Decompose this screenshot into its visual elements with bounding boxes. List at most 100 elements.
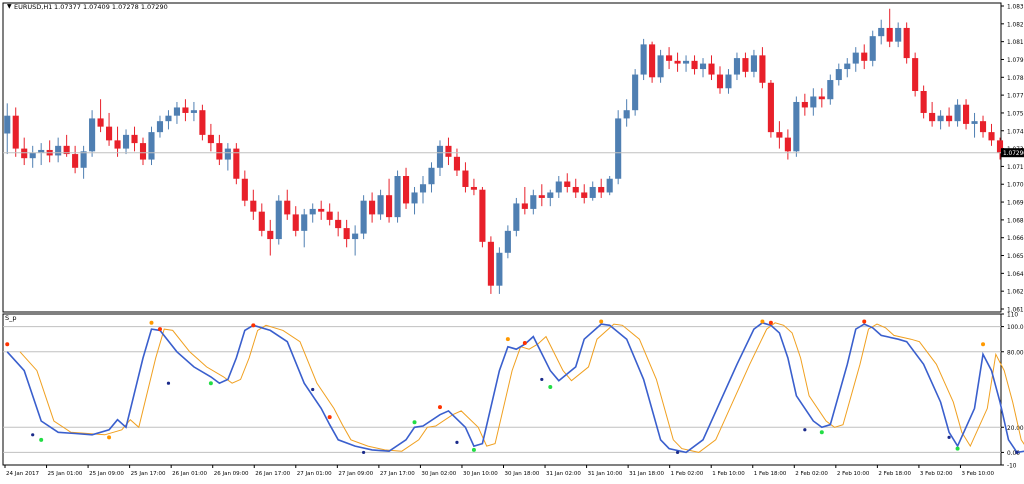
candle-body[interactable] xyxy=(852,52,859,64)
candle-body[interactable] xyxy=(963,104,970,124)
candle-body[interactable] xyxy=(369,200,376,215)
candle-body[interactable] xyxy=(275,200,282,240)
candle-body[interactable] xyxy=(207,134,214,144)
candle-body[interactable] xyxy=(555,181,562,193)
candle-body[interactable] xyxy=(513,203,520,231)
candle-body[interactable] xyxy=(521,203,528,209)
candle-body[interactable] xyxy=(657,55,664,78)
candle-body[interactable] xyxy=(445,145,452,157)
candle-body[interactable] xyxy=(428,167,435,185)
candle-body[interactable] xyxy=(250,200,257,212)
candle-body[interactable] xyxy=(682,60,690,64)
candle-body[interactable] xyxy=(929,112,936,122)
candle-body[interactable] xyxy=(199,110,206,135)
candle-body[interactable] xyxy=(937,115,944,122)
candle-body[interactable] xyxy=(114,140,121,149)
candle-body[interactable] xyxy=(216,143,223,160)
candle-body[interactable] xyxy=(666,55,673,61)
candle-body[interactable] xyxy=(801,101,808,108)
candle-body[interactable] xyxy=(895,27,902,42)
candle-body[interactable] xyxy=(793,101,800,152)
candle-body[interactable] xyxy=(861,52,868,61)
candle-body[interactable] xyxy=(267,230,274,240)
candle-body[interactable] xyxy=(903,27,910,59)
candle-body[interactable] xyxy=(725,74,732,89)
candle-body[interactable] xyxy=(411,192,418,204)
candle-body[interactable] xyxy=(182,107,189,113)
candle-body[interactable] xyxy=(173,107,180,116)
candle-body[interactable] xyxy=(436,145,444,168)
candle-body[interactable] xyxy=(708,63,715,75)
candle-body[interactable] xyxy=(691,60,698,70)
candle-body[interactable] xyxy=(148,132,155,160)
candle-body[interactable] xyxy=(733,58,741,75)
candle-body[interactable] xyxy=(623,110,630,119)
candle-body[interactable] xyxy=(589,186,596,198)
candle-body[interactable] xyxy=(649,44,656,78)
candle-body[interactable] xyxy=(470,186,477,190)
candle-body[interactable] xyxy=(598,186,605,193)
candle-body[interactable] xyxy=(759,55,766,83)
candle-body[interactable] xyxy=(615,118,622,179)
candle-body[interactable] xyxy=(920,91,927,113)
candle-body[interactable] xyxy=(487,241,494,286)
candle-body[interactable] xyxy=(292,214,299,231)
candle-body[interactable] xyxy=(284,200,291,215)
candle-body[interactable] xyxy=(530,195,537,209)
candle-body[interactable] xyxy=(4,115,11,134)
candle-body[interactable] xyxy=(699,63,707,70)
candle-body[interactable] xyxy=(301,214,308,231)
candle-body[interactable] xyxy=(21,148,28,159)
candle-body[interactable] xyxy=(640,44,647,75)
candle-body[interactable] xyxy=(479,189,486,242)
candle-body[interactable] xyxy=(504,230,511,253)
candle-body[interactable] xyxy=(106,126,113,141)
candle-body[interactable] xyxy=(343,228,350,240)
candle-body[interactable] xyxy=(988,132,995,141)
candle-body[interactable] xyxy=(12,115,19,149)
candle-body[interactable] xyxy=(394,176,401,218)
candle-body[interactable] xyxy=(156,121,164,133)
candle-body[interactable] xyxy=(241,178,248,201)
candle-body[interactable] xyxy=(869,36,876,61)
candle-body[interactable] xyxy=(844,63,851,70)
candle-body[interactable] xyxy=(496,252,503,286)
candle-body[interactable] xyxy=(912,58,919,92)
candle-body[interactable] xyxy=(971,121,978,124)
candle-body[interactable] xyxy=(402,176,410,204)
candle-body[interactable] xyxy=(538,195,545,198)
candle-body[interactable] xyxy=(377,195,384,215)
candle-body[interactable] xyxy=(122,134,130,149)
candle-body[interactable] xyxy=(386,195,393,218)
candle-body[interactable] xyxy=(309,208,316,215)
candle-body[interactable] xyxy=(80,151,87,168)
candle-body[interactable] xyxy=(878,27,885,37)
candle-body[interactable] xyxy=(462,170,469,187)
candle-body[interactable] xyxy=(767,82,774,133)
candle-body[interactable] xyxy=(360,200,367,234)
candle-body[interactable] xyxy=(979,121,987,133)
candle-body[interactable] xyxy=(954,104,961,122)
candle-body[interactable] xyxy=(784,137,791,152)
candle-body[interactable] xyxy=(716,74,724,89)
candle-body[interactable] xyxy=(419,184,427,193)
candle-body[interactable] xyxy=(547,192,554,198)
candle-body[interactable] xyxy=(453,156,461,171)
candle-body[interactable] xyxy=(750,55,757,72)
candle-body[interactable] xyxy=(776,132,783,138)
candle-body[interactable] xyxy=(835,69,842,81)
candle-body[interactable] xyxy=(632,74,639,111)
candle-body[interactable] xyxy=(97,118,104,127)
candle-body[interactable] xyxy=(827,80,834,100)
candle-body[interactable] xyxy=(29,152,36,159)
candle-body[interactable] xyxy=(258,211,265,231)
candle-body[interactable] xyxy=(674,60,681,64)
candle-body[interactable] xyxy=(72,154,79,168)
candle-body[interactable] xyxy=(564,181,571,187)
candle-body[interactable] xyxy=(55,145,62,156)
candle-body[interactable] xyxy=(946,115,953,122)
candle-body[interactable] xyxy=(139,143,147,160)
candle-body[interactable] xyxy=(352,233,359,240)
candle-body[interactable] xyxy=(818,96,825,100)
candle-body[interactable] xyxy=(335,219,342,229)
